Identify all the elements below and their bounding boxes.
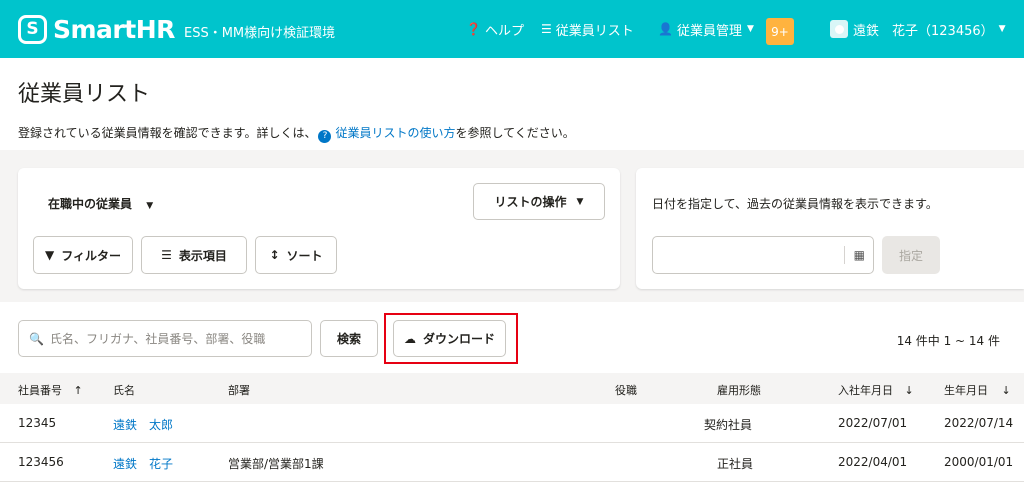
employee-status-label: 在職中の従業員 — [48, 197, 133, 211]
caret-down-icon: ▼ — [146, 201, 154, 211]
employee-management-label: 従業員管理 — [676, 23, 742, 39]
top-navigation-bar: S SmartHR ESS・MM様向け検証環境 ❓ ヘルプ ☰ 従業員リスト 👤… — [0, 0, 1024, 58]
column-hire-date-label: 入社年月日 — [838, 384, 893, 397]
apply-date-button[interactable]: 指定 — [882, 236, 940, 274]
filter-icon: ▼ — [45, 248, 55, 262]
caret-down-icon: ▼ — [576, 196, 584, 207]
list-operations-button[interactable]: リストの操作 ▼ — [473, 183, 605, 220]
employee-list-link[interactable]: ☰ 従業員リスト — [541, 0, 634, 58]
page-description-text: 登録されている従業員情報を確認できます。詳しくは、 — [18, 126, 317, 140]
column-employment-type[interactable]: 雇用形態 — [717, 382, 761, 398]
sort-button[interactable]: ↕ ソート — [255, 236, 337, 274]
sort-arrows-icon: ↕ — [269, 248, 280, 262]
date-input[interactable]: ▦ — [652, 236, 874, 274]
page-description: 登録されている従業員情報を確認できます。詳しくは、? 従業員リストの使い方を参照し… — [18, 124, 575, 143]
cell-name-link[interactable]: 遠鉄 太郎 — [113, 416, 173, 433]
date-description: 日付を指定して、過去の従業員情報を表示できます。 — [652, 197, 938, 211]
calendar-icon[interactable]: ▦ — [854, 248, 865, 262]
column-position[interactable]: 役職 — [615, 382, 637, 398]
user-icon: 👤 — [658, 22, 673, 36]
cell-employment-type: 契約社員 — [704, 418, 753, 432]
column-emp-no-label: 社員番号 — [18, 384, 62, 397]
employee-list-link-label: 従業員リスト — [555, 23, 634, 39]
employee-table-header: 社員番号 ↑ 氏名 部署 役職 雇用形態 入社年月日 ↓ 生年月日 ↓ — [0, 373, 1024, 404]
column-emp-no[interactable]: 社員番号 ↑ — [18, 382, 83, 398]
column-name[interactable]: 氏名 — [113, 382, 135, 398]
download-highlight-box — [384, 313, 518, 364]
smarthr-logo-text: SmartHR — [53, 14, 175, 44]
column-department[interactable]: 部署 — [228, 382, 250, 398]
search-field[interactable]: 🔍 — [18, 320, 312, 357]
smarthr-logo-mark: S — [18, 14, 47, 44]
column-birth-date-label: 生年月日 — [944, 384, 988, 397]
sort-descending-icon: ↓ — [1001, 384, 1011, 397]
employee-status-dropdown[interactable]: 在職中の従業員 ▼ — [48, 195, 153, 212]
usage-guide-link[interactable]: 従業員リストの使い方 — [335, 126, 455, 140]
cell-birth-date: 2000/01/01 — [944, 455, 1014, 469]
caret-down-icon: ▼ — [998, 24, 1006, 34]
divider — [844, 246, 845, 264]
caret-down-icon: ▼ — [746, 24, 754, 34]
list-icon: ☰ — [541, 22, 552, 36]
list-operations-label: リストの操作 — [494, 195, 567, 209]
column-birth-date[interactable]: 生年月日 ↓ — [944, 382, 1011, 398]
table-row: 123456 遠鉄 花子 営業部/営業部1課 正社員 2022/04/01 20… — [0, 443, 1024, 482]
question-circle-icon: ❓ — [466, 22, 481, 36]
question-circle-icon: ? — [318, 129, 332, 143]
result-count: 14 件中 1 ~ 14 件 — [896, 334, 1000, 348]
display-columns-button[interactable]: ☰ 表示項目 — [141, 236, 247, 274]
sort-button-label: ソート — [286, 248, 323, 263]
smarthr-logo[interactable]: S SmartHR — [18, 12, 175, 46]
employee-management-menu[interactable]: 👤 従業員管理 ▼ — [658, 0, 754, 58]
cell-emp-no: 12345 — [18, 416, 57, 430]
search-icon: 🔍 — [29, 331, 44, 346]
sort-ascending-icon: ↑ — [73, 384, 83, 397]
filter-button[interactable]: ▼ フィルター — [33, 236, 133, 274]
cell-hire-date: 2022/04/01 — [838, 455, 908, 469]
filter-button-label: フィルター — [61, 248, 121, 263]
notification-badge[interactable]: 9+ — [766, 18, 794, 45]
search-input[interactable] — [49, 331, 300, 346]
display-columns-label: 表示項目 — [178, 248, 227, 263]
cell-employment-type: 正社員 — [717, 457, 754, 471]
column-hire-date[interactable]: 入社年月日 ↓ — [838, 382, 914, 398]
user-menu[interactable]: 遠鉄 花子（123456） ▼ — [830, 0, 1006, 58]
search-button[interactable]: 検索 — [320, 320, 378, 357]
cell-birth-date: 2022/07/14 — [944, 416, 1014, 430]
sort-descending-icon: ↓ — [904, 384, 914, 397]
cell-emp-no: 123456 — [18, 455, 64, 469]
cell-hire-date: 2022/07/01 — [838, 416, 908, 430]
help-link[interactable]: ❓ ヘルプ — [466, 0, 524, 58]
help-link-label: ヘルプ — [484, 23, 524, 39]
user-name: 遠鉄 花子（123456） — [853, 23, 994, 39]
cell-department: 営業部/営業部1課 — [228, 457, 324, 471]
table-row: 12345 遠鉄 太郎 契約社員 2022/07/01 2022/07/14 — [0, 404, 1024, 443]
page-title: 従業員リスト — [18, 82, 151, 107]
environment-label: ESS・MM様向け検証環境 — [184, 26, 336, 41]
list-icon: ☰ — [161, 248, 172, 262]
cell-name-link[interactable]: 遠鉄 花子 — [113, 455, 173, 472]
avatar — [830, 20, 848, 38]
page-description-suffix: を参照してください。 — [455, 126, 575, 140]
